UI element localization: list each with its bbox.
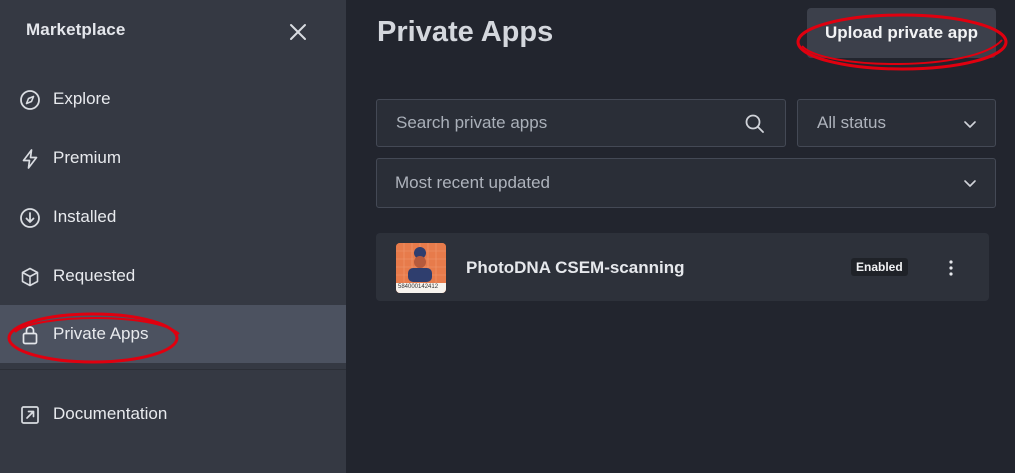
sidebar-item-premium[interactable]: Premium <box>0 129 346 187</box>
page-title: Private Apps <box>377 16 554 48</box>
main-panel: Private Apps Upload private app All stat… <box>346 0 1015 473</box>
lock-icon <box>22 326 38 345</box>
sidebar-item-explore[interactable]: Explore <box>0 70 346 128</box>
chevron-down-icon <box>964 121 976 128</box>
status-filter-value: All status <box>817 113 886 132</box>
sidebar-divider <box>0 369 346 370</box>
sidebar-item-label: Premium <box>53 148 122 167</box>
chevron-down-icon <box>964 180 976 187</box>
compass-icon <box>20 90 40 110</box>
sidebar-item-label: Explore <box>53 89 111 108</box>
external-link-icon <box>21 406 39 424</box>
sidebar-header: Marketplace <box>0 0 346 64</box>
app-name: PhotoDNA CSEM-scanning <box>466 258 685 277</box>
search-input[interactable] <box>396 113 736 133</box>
app-thumbnail: 584000142412 <box>396 243 446 293</box>
upload-private-app-button[interactable]: Upload private app <box>807 8 996 58</box>
sort-value: Most recent updated <box>395 173 550 192</box>
sidebar-item-documentation[interactable]: Documentation <box>0 385 346 443</box>
sidebar-item-requested[interactable]: Requested <box>0 247 346 305</box>
sort-select[interactable]: Most recent updated <box>376 158 996 208</box>
sidebar-item-installed[interactable]: Installed <box>0 188 346 246</box>
search-box <box>376 99 786 147</box>
sidebar-item-label: Private Apps <box>53 324 149 343</box>
sidebar-item-label: Documentation <box>53 404 168 423</box>
lightning-icon <box>22 149 38 169</box>
search-icon[interactable] <box>744 113 766 135</box>
app-thumbnail-caption: 584000142412 <box>398 284 439 290</box>
cube-icon <box>21 267 39 287</box>
status-badge: Enabled <box>851 258 908 276</box>
sidebar-item-label: Requested <box>53 266 136 285</box>
sidebar-item-label: Installed <box>53 207 117 226</box>
status-filter-select[interactable]: All status <box>797 99 996 147</box>
sidebar: Marketplace Explore Premium Installed Re… <box>0 0 346 473</box>
sidebar-item-private-apps[interactable]: Private Apps <box>0 305 346 363</box>
close-icon[interactable] <box>287 21 309 43</box>
download-circle-icon <box>20 208 40 228</box>
sidebar-title: Marketplace <box>26 20 126 39</box>
more-options-icon[interactable] <box>945 259 957 277</box>
app-list-item[interactable]: 584000142412 PhotoDNA CSEM-scanning Enab… <box>376 233 989 301</box>
